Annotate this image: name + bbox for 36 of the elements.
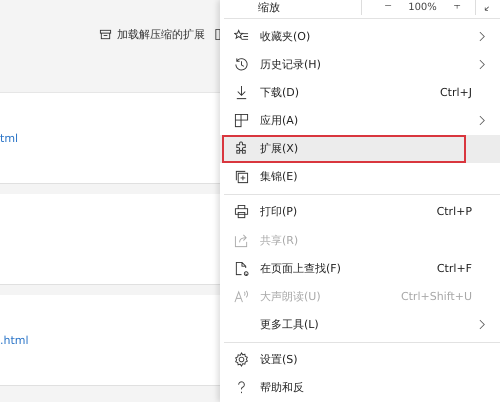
menu-item[interactable]: 历史记录(H) — [220, 50, 500, 78]
chevron-right-icon — [479, 58, 486, 70]
plus-icon[interactable] — [452, 4, 461, 10]
printer-icon — [234, 204, 248, 220]
load-unpacked-button[interactable]: 加载解压缩的扩展 — [99, 27, 205, 42]
menu-item[interactable]: 集锦(E) — [220, 162, 500, 191]
shortcut-text: Ctrl+Shift+U — [400, 290, 472, 303]
menu-item[interactable]: 设置(S) — [220, 346, 500, 374]
extension-link[interactable]: tml — [0, 132, 18, 144]
shortcut-text: Ctrl+P — [436, 205, 472, 218]
menu-item[interactable]: 下载(D) Ctrl+J — [220, 78, 500, 106]
collections-icon — [234, 169, 248, 184]
menu-item[interactable]: 打印(P) Ctrl+P — [220, 198, 500, 226]
read-aloud-icon — [234, 288, 248, 304]
find-page-icon — [234, 260, 248, 276]
menu-item[interactable]: 更多工具(L) — [220, 310, 500, 339]
menu-item[interactable]: 应用(A) — [220, 106, 500, 135]
share-icon — [234, 232, 248, 248]
archive-icon — [99, 28, 112, 41]
zoom-value: 100% — [408, 2, 437, 12]
menu-item[interactable]: 收藏夹(O) — [220, 22, 500, 50]
history-icon — [234, 56, 248, 72]
puzzle-icon — [234, 141, 248, 156]
chevron-right-icon — [479, 319, 486, 330]
chevron-right-icon — [479, 30, 486, 42]
menu-item[interactable]: 帮助和反 — [220, 374, 500, 402]
settings-icon — [234, 352, 248, 368]
shortcut-text: Ctrl+F — [436, 262, 472, 275]
shortcut-text: Ctrl+J — [440, 86, 472, 99]
zoom-label: 缩放 — [258, 2, 281, 14]
menu-item[interactable]: 在页面上查找(F) Ctrl+F — [220, 254, 500, 282]
extension-link[interactable]: .html — [0, 334, 29, 346]
document-icon — [215, 28, 220, 41]
menu-item[interactable]: 扩展(X) — [220, 134, 500, 163]
apps-icon — [234, 113, 248, 128]
chevron-right-icon — [479, 115, 486, 126]
